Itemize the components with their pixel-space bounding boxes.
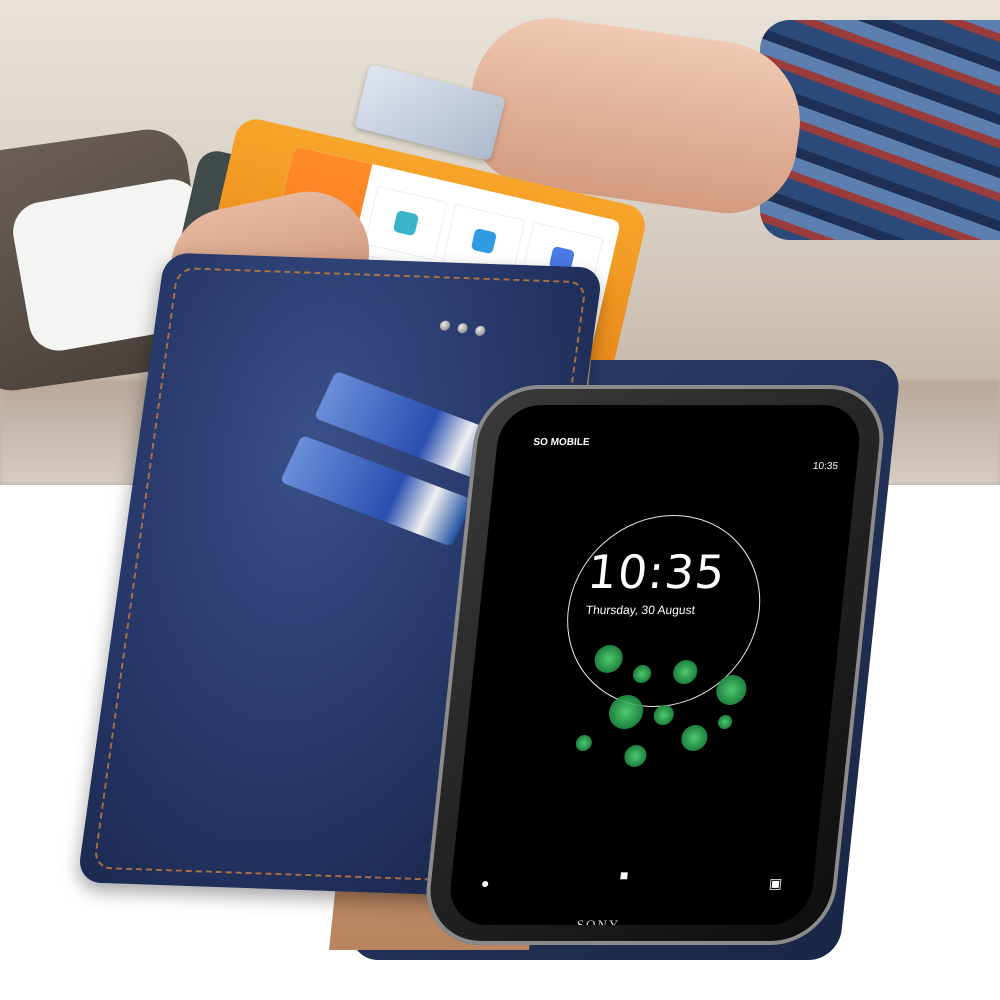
wallpaper-bubble [679, 725, 709, 751]
wallpaper-bubble [574, 735, 593, 751]
lock-clock-time: 10:35 [584, 545, 729, 599]
wallpaper-bubble [714, 675, 748, 705]
phone-lock-screen: SO MOBILE 10:35 10:35 Thursday, 30 Augus… [446, 405, 864, 925]
status-bar-time: 10:35 [812, 461, 839, 472]
lock-clock-date: Thursday, 30 August [585, 603, 696, 617]
terminal-app-tile [364, 185, 448, 261]
camera-icon: ▣ [768, 875, 784, 891]
lock-icon: ■ [619, 867, 630, 883]
smartphone: SO MOBILE 10:35 10:35 Thursday, 30 Augus… [420, 385, 890, 945]
wallpaper-bubble [607, 695, 645, 729]
phone-brand-logo: SONY [575, 917, 621, 925]
wallpaper-bubble [652, 705, 675, 725]
wallpaper-bubble [717, 715, 733, 729]
carrier-label: SO MOBILE [532, 437, 591, 448]
wallpaper-bubble [623, 745, 648, 767]
product-photo: SO MOBILE 10:35 10:35 Thursday, 30 Augus… [0, 0, 1000, 1000]
mic-icon: ● [480, 875, 491, 891]
